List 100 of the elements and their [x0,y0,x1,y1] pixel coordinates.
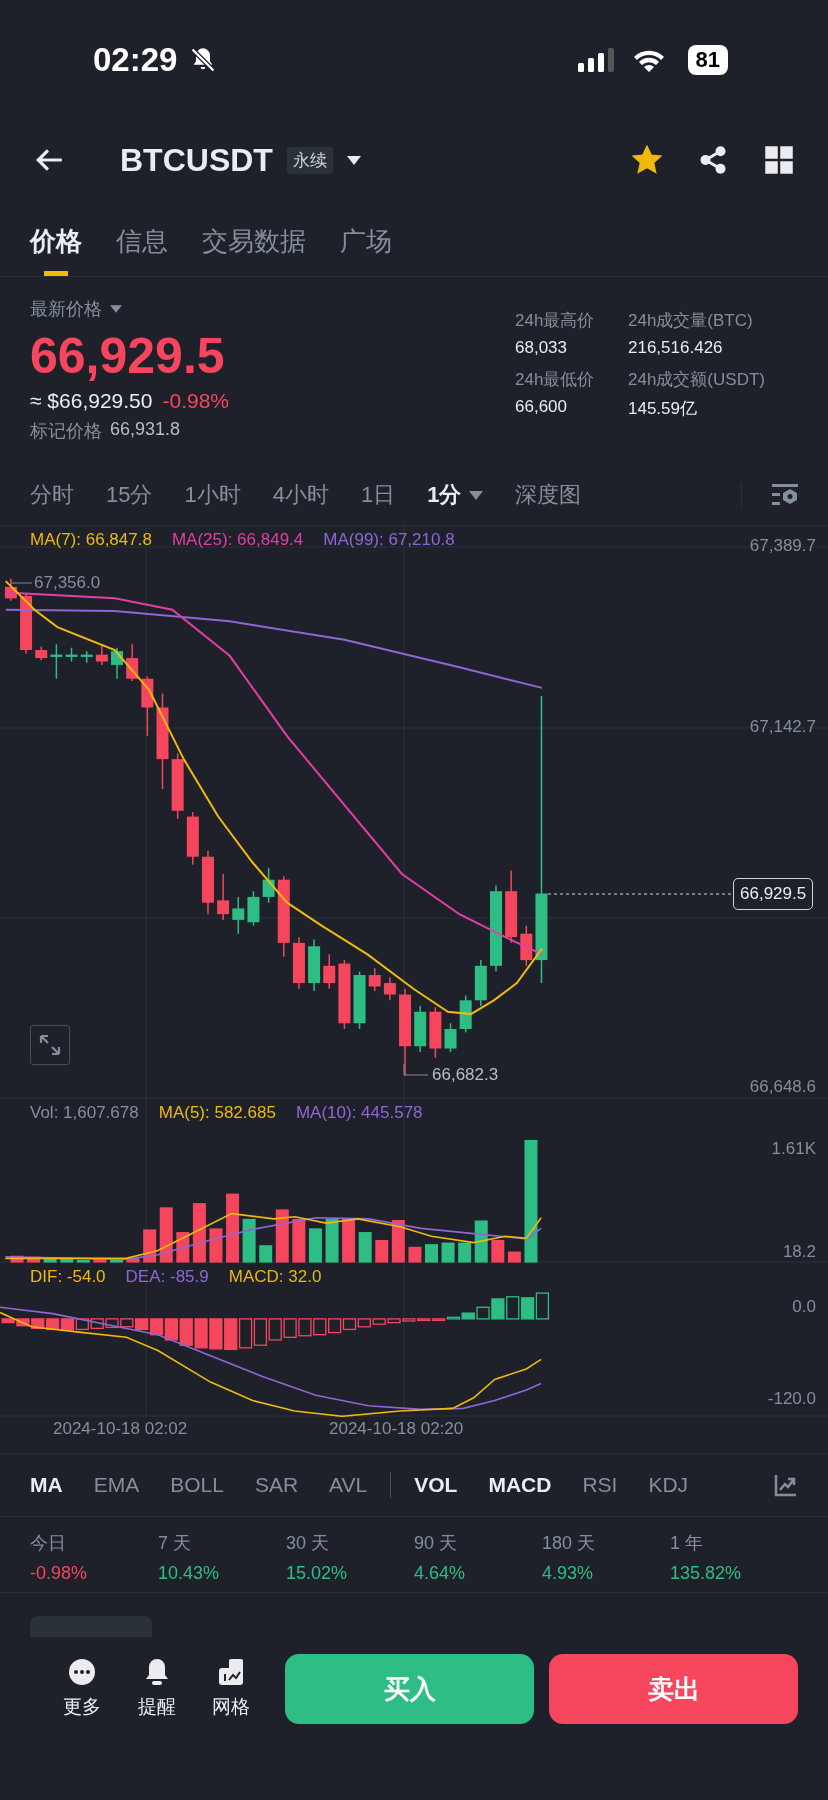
macd-bar [283,1318,297,1338]
mark-price-label: 标记价格 [30,420,102,443]
candle [171,752,184,820]
macd-bar [179,1318,193,1346]
time-axis-label: 2024-10-18 02:02 [53,1419,188,1439]
candle [217,873,230,921]
volume-bar [110,1258,123,1263]
candle [35,645,48,662]
candle [520,924,533,967]
candle [383,976,396,1002]
macd-bar [238,1318,253,1349]
period-label: 180 天 [542,1532,597,1555]
candle [126,643,139,682]
volume-bar [325,1218,339,1263]
volume-bar [76,1259,90,1263]
expand-icon [38,1033,62,1057]
macd-bar [253,1318,268,1346]
sell-button[interactable]: 卖出 [549,1654,799,1724]
period-change: 4.93% [542,1563,595,1584]
page-tab[interactable]: 价格 [30,210,82,276]
volume-axis-label: 18.2 [782,1242,816,1262]
indicator-tab[interactable]: VOL [414,1473,458,1497]
volume-bar [342,1218,356,1263]
page-tab[interactable]: 广场 [340,210,392,276]
macd-bar [90,1318,104,1329]
period-label: 90 天 [414,1532,459,1555]
macd-bar [194,1318,208,1349]
expand-button[interactable] [30,1025,70,1065]
interval-tab[interactable]: 1日 [361,480,396,510]
candle [308,938,321,992]
price-axis-label: 67,389.7 [749,536,816,556]
action-item[interactable]: 更多 [45,1658,120,1720]
indicator-tab[interactable]: MA [30,1473,63,1497]
chart-line-icon[interactable] [774,1473,798,1497]
candle [247,890,260,927]
time-axis-label: 2024-10-18 02:20 [329,1419,464,1439]
macd-bar [313,1318,327,1336]
candle [232,896,245,935]
interval-tab[interactable]: 1小时 [184,480,241,510]
indicator-tab[interactable]: SAR [254,1473,299,1497]
star-icon[interactable] [632,145,662,175]
interval-tab[interactable]: 1分 [427,480,484,510]
volume-bar [27,1256,41,1263]
price-change: -0.98% [162,389,229,413]
caret-icon[interactable] [346,155,361,165]
volume-bar [391,1219,405,1263]
price-label[interactable]: 最新价格 [30,297,102,321]
volume-axis-label: 1.61K [771,1139,816,1159]
settings-icon[interactable] [741,483,798,507]
candle [444,1022,457,1053]
indicator-tab[interactable]: MACD [488,1473,552,1497]
volume-bar [507,1251,521,1263]
macd-bar [357,1318,371,1328]
leader-line [403,1063,429,1076]
price-axis-label: 66,648.6 [749,1077,816,1097]
volume-bar [408,1246,422,1263]
usd-price: ≈ $66,929.50 [30,389,153,413]
last-price: 66,929.5 [30,327,226,385]
volume-bar [474,1220,488,1263]
period-change: 15.02% [286,1563,349,1584]
macd-bar [164,1318,178,1341]
interval-tab[interactable]: 深度图 [515,480,582,510]
grid-icon[interactable] [764,145,794,175]
grid-chart-icon [217,1658,245,1686]
indicator-tab[interactable]: AVL [329,1473,368,1497]
contract-tag: 永续 [286,146,333,174]
volume-bar [60,1258,74,1263]
candle [20,593,33,655]
period-change: 135.82% [670,1563,743,1584]
page-tab[interactable]: 交易数据 [202,210,306,276]
indicator-tab[interactable]: BOLL [170,1473,224,1497]
page-tab[interactable]: 信息 [116,210,168,276]
volume-bar [159,1207,173,1263]
share-icon[interactable] [698,145,728,175]
action-item[interactable]: 网格 [193,1658,269,1720]
interval-tab[interactable]: 15分 [106,480,153,510]
period-label: 1 年 [670,1532,704,1555]
macd-bar [46,1318,60,1331]
period-change: -0.98% [30,1563,89,1584]
symbol-title[interactable]: BTCUSDT [120,141,273,179]
action-item[interactable]: 提醒 [119,1658,194,1720]
price-axis-label: 67,142.7 [749,717,816,737]
stat-value: 68,033 [515,338,568,358]
candle [141,675,154,737]
candle [50,643,63,680]
interval-tab[interactable]: 分时 [30,480,74,510]
candle [262,867,275,904]
macd-legend: MACD: 32.0 [228,1267,322,1287]
volume-legend: MA(10): 445.578 [295,1103,423,1123]
indicator-tab[interactable]: KDJ [648,1473,689,1497]
volume-bar [226,1193,240,1263]
indicator-tab[interactable]: RSI [582,1473,618,1497]
candle [111,647,123,680]
indicator-tab[interactable]: EMA [93,1473,140,1497]
volume-bar [458,1242,472,1263]
macd-bar [149,1318,164,1336]
interval-tab[interactable]: 4小时 [272,480,329,510]
current-price-tag: 66,929.5 [733,878,814,910]
volume-bar [93,1258,107,1263]
volume-bar [275,1209,289,1263]
